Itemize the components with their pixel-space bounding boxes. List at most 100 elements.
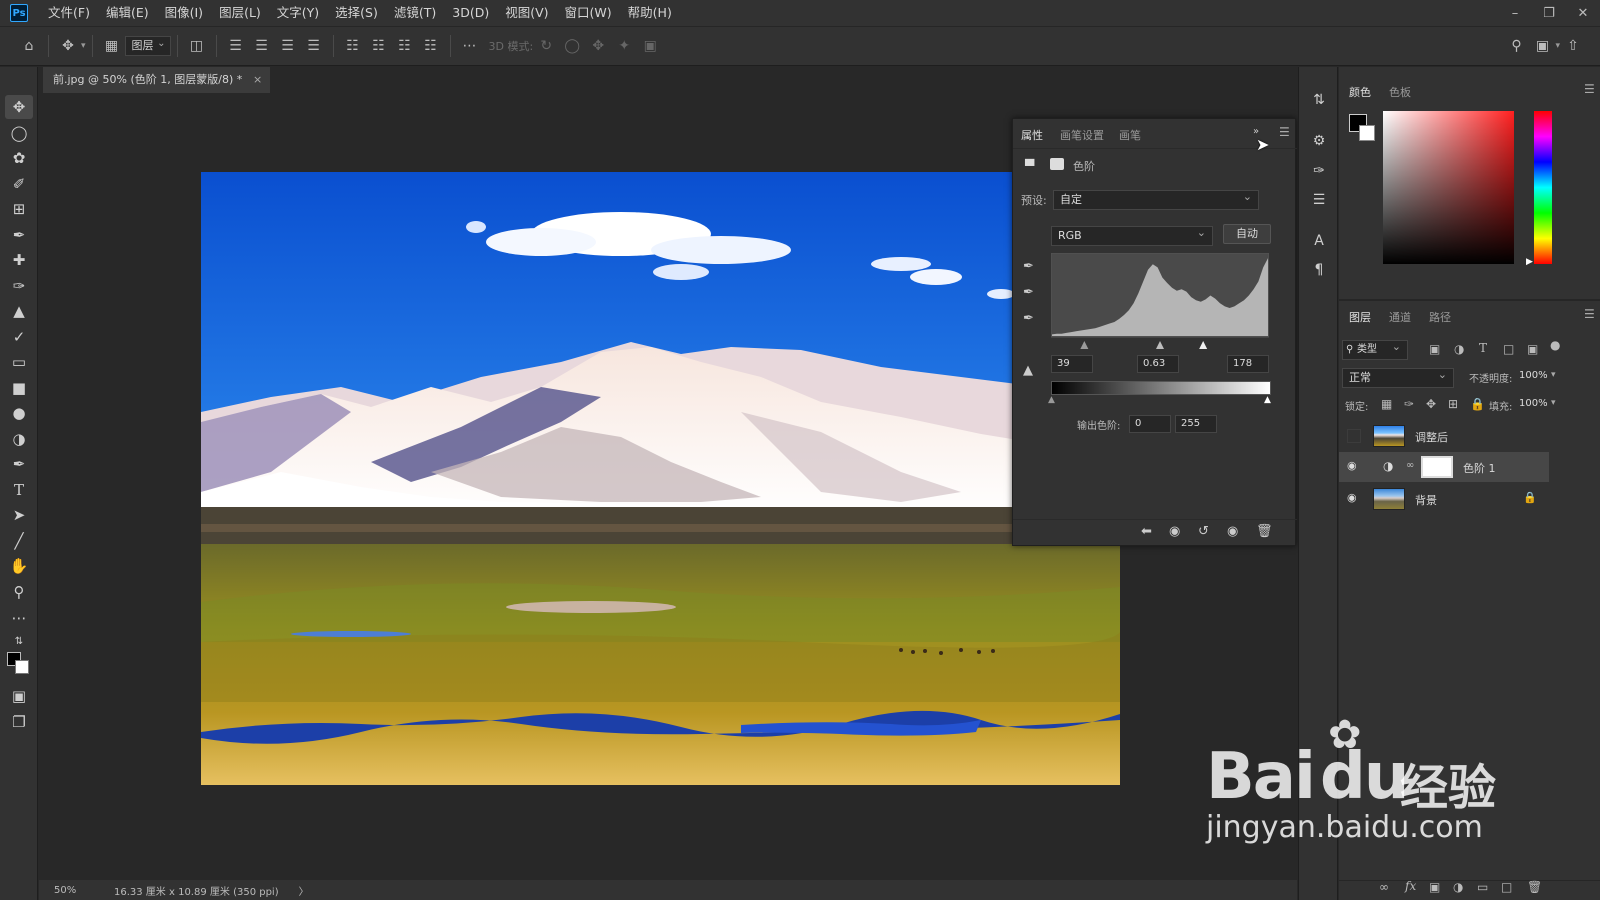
screen-mode-icon[interactable]: ❐: [5, 710, 33, 734]
layer-row-adjusted[interactable]: 调整后: [1339, 421, 1549, 451]
distribute-vertical-icon[interactable]: ☷: [418, 33, 444, 59]
menu-edit[interactable]: 编辑(E): [98, 0, 157, 26]
eraser-tool-icon[interactable]: ▭: [5, 350, 33, 374]
properties-panel-icon[interactable]: ⚙: [1308, 130, 1330, 152]
auto-button[interactable]: 自动: [1223, 224, 1271, 244]
new-adjustment-icon[interactable]: ◑: [1453, 880, 1463, 894]
opacity-value[interactable]: 100%: [1519, 370, 1548, 381]
channel-dropdown[interactable]: RGB: [1051, 224, 1213, 246]
menu-3d[interactable]: 3D(D): [444, 0, 497, 26]
background-color-chip[interactable]: [1359, 125, 1375, 141]
gradient-tool-icon[interactable]: ■: [5, 376, 33, 400]
lock-transparency-icon[interactable]: ▦: [1381, 397, 1392, 411]
filter-smart-object-icon[interactable]: ▣: [1527, 342, 1538, 356]
tab-swatches[interactable]: 色板: [1389, 84, 1411, 100]
filter-toggle-icon[interactable]: ●: [1550, 338, 1560, 352]
close-document-icon[interactable]: ×: [253, 67, 262, 93]
filter-pixel-icon[interactable]: ▣: [1429, 342, 1440, 356]
menu-view[interactable]: 视图(V): [497, 0, 556, 26]
filter-adjustment-icon[interactable]: ◑: [1454, 342, 1464, 356]
output-black-slider[interactable]: ▲: [1048, 395, 1055, 405]
path-select-tool-icon[interactable]: ➤: [5, 503, 33, 527]
zoom-level[interactable]: 50%: [54, 885, 114, 896]
eye-icon[interactable]: ◉: [1347, 459, 1363, 475]
brush-tool-icon[interactable]: ✑: [5, 274, 33, 298]
menu-layer[interactable]: 图层(L): [211, 0, 269, 26]
tab-channels[interactable]: 通道: [1389, 309, 1411, 325]
mask-icon[interactable]: [1050, 158, 1064, 170]
output-black-field[interactable]: 0: [1129, 415, 1171, 433]
transform-controls-icon[interactable]: ◫: [184, 33, 210, 59]
menu-filter[interactable]: 滤镜(T): [386, 0, 444, 26]
blur-tool-icon[interactable]: ●: [5, 401, 33, 425]
layer-filter-dropdown[interactable]: ⚲ 类型: [1342, 338, 1408, 360]
link-icon[interactable]: ∞: [1406, 460, 1414, 471]
tab-color[interactable]: 颜色: [1349, 84, 1371, 100]
blend-mode-dropdown[interactable]: 正常: [1342, 366, 1454, 388]
add-mask-icon[interactable]: ▣: [1429, 880, 1440, 894]
more-options-icon[interactable]: ⋯: [457, 33, 483, 59]
menu-help[interactable]: 帮助(H): [620, 0, 680, 26]
filter-shape-icon[interactable]: □: [1503, 342, 1514, 356]
menu-image[interactable]: 图像(I): [157, 0, 211, 26]
align-bottom-icon[interactable]: ☷: [392, 33, 418, 59]
view-previous-state-icon[interactable]: ◉: [1169, 524, 1180, 539]
character-panel-icon[interactable]: A: [1308, 230, 1330, 252]
home-icon[interactable]: ⌂: [16, 33, 42, 59]
layer-row-background[interactable]: ◉ 背景 🔒: [1339, 484, 1549, 514]
layer-mask-thumbnail[interactable]: [1421, 456, 1453, 478]
brush-settings-icon[interactable]: ✑: [1308, 160, 1330, 182]
input-white-field[interactable]: 178: [1227, 355, 1269, 373]
hue-slider-handle[interactable]: ▶: [1526, 257, 1533, 267]
white-point-eyedropper-icon[interactable]: ✒: [1023, 311, 1041, 329]
healing-brush-tool-icon[interactable]: ✚: [5, 248, 33, 272]
panel-menu-icon[interactable]: ☰: [1279, 125, 1290, 139]
lock-image-icon[interactable]: ✑: [1404, 397, 1414, 411]
fill-dropdown-icon[interactable]: ▾: [1551, 398, 1556, 408]
align-middle-icon[interactable]: ☷: [366, 33, 392, 59]
minimize-icon[interactable]: –: [1498, 0, 1532, 26]
new-group-icon[interactable]: ▭: [1477, 880, 1488, 894]
search-icon[interactable]: ⚲: [1503, 33, 1529, 59]
crop-tool-icon[interactable]: ⊞: [5, 197, 33, 221]
menu-type[interactable]: 文字(Y): [269, 0, 327, 26]
share-icon[interactable]: ⇧: [1560, 33, 1586, 59]
filter-type-icon[interactable]: T: [1479, 341, 1487, 355]
lock-artboard-icon[interactable]: ⊞: [1448, 397, 1458, 411]
line-tool-icon[interactable]: ╱: [5, 529, 33, 553]
color-field[interactable]: [1383, 111, 1514, 264]
distribute-icon[interactable]: ☰: [301, 33, 327, 59]
quick-mask-icon[interactable]: ▣: [5, 684, 33, 708]
link-layers-icon[interactable]: ∞: [1379, 880, 1389, 894]
visibility-off-icon[interactable]: [1347, 429, 1361, 443]
workspace-icon[interactable]: ▣: [1529, 33, 1555, 59]
target-adjustment-icon[interactable]: ▲: [1023, 363, 1041, 381]
hand-tool-icon[interactable]: ✋: [5, 554, 33, 578]
marquee-tool-icon[interactable]: ◯: [5, 121, 33, 145]
lasso-tool-icon[interactable]: ✿: [5, 146, 33, 170]
clone-stamp-tool-icon[interactable]: ▲: [5, 299, 33, 323]
tab-paths[interactable]: 路径: [1429, 309, 1451, 325]
align-left-icon[interactable]: ☰: [223, 33, 249, 59]
document-tab[interactable]: 前.jpg @ 50% (色阶 1, 图层蒙版/8) * ×: [43, 67, 271, 93]
align-top-icon[interactable]: ☷: [340, 33, 366, 59]
swap-colors-icon[interactable]: ⇅: [5, 629, 33, 653]
new-layer-icon[interactable]: □: [1501, 880, 1512, 894]
auto-select-icon[interactable]: ▦: [99, 33, 125, 59]
output-white-field[interactable]: 255: [1175, 415, 1217, 433]
history-brush-tool-icon[interactable]: ✓: [5, 325, 33, 349]
input-gamma-field[interactable]: 0.63: [1137, 355, 1179, 373]
move-tool-icon[interactable]: ✥: [5, 95, 33, 119]
eye-icon[interactable]: ◉: [1347, 491, 1363, 507]
canvas-image[interactable]: [201, 172, 1120, 785]
tab-layers[interactable]: 图层: [1349, 309, 1371, 325]
preset-dropdown[interactable]: 自定: [1053, 188, 1259, 210]
zoom-tool-icon[interactable]: ⚲: [5, 580, 33, 604]
align-center-icon[interactable]: ☰: [249, 33, 275, 59]
history-panel-icon[interactable]: ⇅: [1308, 89, 1330, 111]
lock-all-icon[interactable]: 🔒: [1470, 397, 1485, 411]
black-point-eyedropper-icon[interactable]: ✒: [1023, 259, 1041, 277]
fill-value[interactable]: 100%: [1519, 398, 1548, 409]
menu-file[interactable]: 文件(F): [40, 0, 98, 26]
delete-layer-icon[interactable]: 🗑: [1527, 880, 1542, 894]
